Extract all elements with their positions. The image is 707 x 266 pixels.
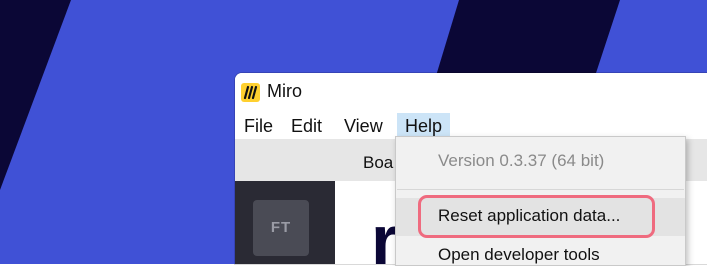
- version-info: Version 0.3.37 (64 bit): [438, 151, 605, 170]
- title-bar: Miro: [235, 73, 707, 108]
- left-sidebar: FT: [235, 181, 335, 264]
- menu-file[interactable]: File: [244, 114, 273, 138]
- menu-bar: File Edit View Help: [235, 108, 707, 140]
- window-title: Miro: [267, 81, 302, 101]
- menu-edit[interactable]: Edit: [291, 114, 322, 138]
- team-avatar[interactable]: FT: [253, 200, 309, 256]
- menu-view[interactable]: View: [344, 114, 383, 138]
- highlight-outline: [418, 195, 655, 238]
- help-dropdown-menu: Version 0.3.37 (64 bit) Reset applicatio…: [395, 136, 686, 266]
- miro-logo-icon: [241, 83, 260, 102]
- menu-divider: [397, 189, 684, 190]
- toolbar-label[interactable]: Boa: [363, 153, 393, 173]
- open-developer-tools-item[interactable]: Open developer tools: [438, 245, 600, 265]
